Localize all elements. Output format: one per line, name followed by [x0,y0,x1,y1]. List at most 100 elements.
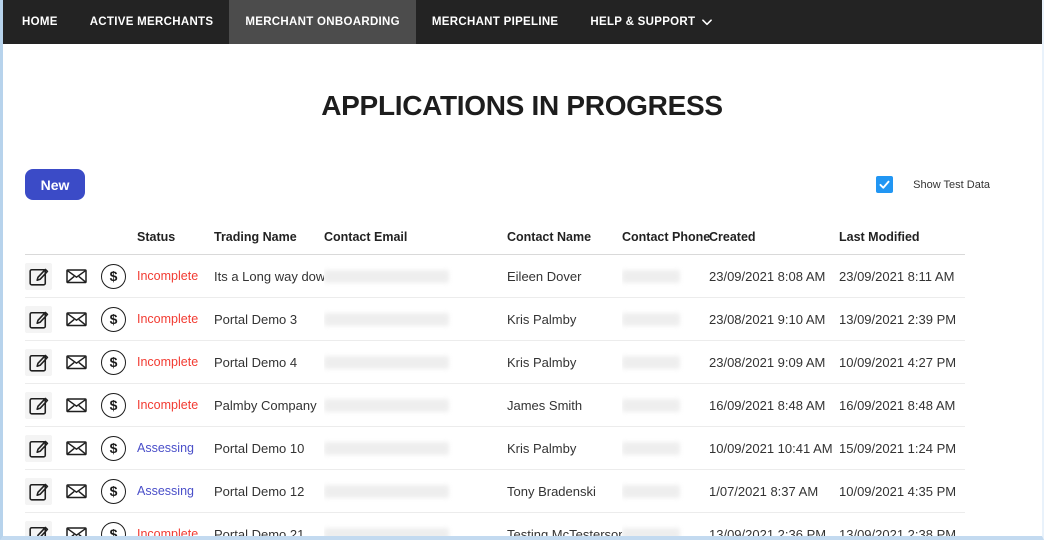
status-cell: Assessing [137,427,214,470]
actions-cell: $ [25,513,137,540]
contact-name-cell: Eileen Dover [507,255,622,298]
contact-phone-cell [622,298,709,341]
trading-name-cell: Its a Long way down [214,255,324,298]
actions-cell: $ [25,427,137,470]
applications-table-header: StatusTrading NameContact EmailContact N… [25,230,965,255]
payment-application-button[interactable]: $ [101,350,126,375]
nav-item-label: HELP & SUPPORT [590,16,695,28]
show-test-data-control: Show Test Data [876,176,990,193]
applications-table-body: $ Incomplete Its a Long way down Eileen … [25,255,965,540]
status-cell: Incomplete [137,255,214,298]
envelope-icon [63,393,90,417]
last-modified-cell: 15/09/2021 1:24 PM [839,427,965,470]
email-application-button[interactable] [63,436,90,460]
dollar-icon: $ [101,307,126,332]
application-row: $ Incomplete Portal Demo 4 Kris Palmby 2… [25,341,965,384]
dollar-icon: $ [101,264,126,289]
new-application-button[interactable]: New [25,169,85,200]
payment-application-button[interactable]: $ [101,436,126,461]
header-row: StatusTrading NameContact EmailContact N… [25,230,965,255]
created-cell: 16/09/2021 8:48 AM [709,384,839,427]
email-application-button[interactable] [63,479,90,503]
envelope-icon [63,479,90,503]
redacted-email [324,485,449,498]
nav-item-active-merchants[interactable]: ACTIVE MERCHANTS [74,0,230,44]
contact-name-cell: Tony Bradenski [507,470,622,513]
payment-application-button[interactable]: $ [101,522,126,540]
nav-item-label: HOME [22,16,58,28]
email-application-button[interactable] [63,522,90,540]
toolbar: New Show Test Data [25,169,990,200]
edit-icon [25,392,52,419]
show-test-data-label: Show Test Data [913,179,990,191]
redacted-phone [622,442,680,455]
contact-email-cell [324,384,507,427]
redacted-email [324,399,449,412]
payment-application-button[interactable]: $ [101,393,126,418]
applications-table: StatusTrading NameContact EmailContact N… [25,230,965,540]
contact-email-cell [324,341,507,384]
edit-icon [25,263,52,290]
payment-application-button[interactable]: $ [101,264,126,289]
edit-application-button[interactable] [25,349,52,376]
column-header-contact-email: Contact Email [324,230,507,255]
edit-application-button[interactable] [25,306,52,333]
redacted-phone [622,528,680,540]
status-cell: Incomplete [137,298,214,341]
trading-name-cell: Palmby Company [214,384,324,427]
edit-icon [25,478,52,505]
trading-name-cell: Portal Demo 21 [214,513,324,540]
last-modified-cell: 13/09/2021 2:38 PM [839,513,965,540]
status-cell: Incomplete [137,384,214,427]
last-modified-cell: 23/09/2021 8:11 AM [839,255,965,298]
edit-icon [25,349,52,376]
application-row: $ Incomplete Palmby Company James Smith … [25,384,965,427]
contact-email-cell [324,298,507,341]
dollar-icon: $ [101,393,126,418]
nav-item-label: MERCHANT ONBOARDING [245,16,400,28]
trading-name-cell: Portal Demo 10 [214,427,324,470]
nav-item-label: MERCHANT PIPELINE [432,16,559,28]
email-application-button[interactable] [63,264,90,288]
edit-application-button[interactable] [25,521,52,540]
actions-cell: $ [25,341,137,384]
email-application-button[interactable] [63,350,90,374]
edit-application-button[interactable] [25,478,52,505]
trading-name-cell: Portal Demo 4 [214,341,324,384]
dollar-icon: $ [101,479,126,504]
nav-item-merchant-pipeline[interactable]: MERCHANT PIPELINE [416,0,575,44]
last-modified-cell: 10/09/2021 4:35 PM [839,470,965,513]
contact-phone-cell [622,384,709,427]
contact-email-cell [324,513,507,540]
column-header-contact-phone: Contact Phone [622,230,709,255]
redacted-phone [622,399,680,412]
application-row: $ Incomplete Its a Long way down Eileen … [25,255,965,298]
application-row: $ Assessing Portal Demo 10 Kris Palmby 1… [25,427,965,470]
column-header-status: Status [137,230,214,255]
email-application-button[interactable] [63,393,90,417]
actions-cell: $ [25,298,137,341]
chevron-down-icon [702,19,712,26]
created-cell: 23/08/2021 9:10 AM [709,298,839,341]
created-cell: 23/09/2021 8:08 AM [709,255,839,298]
dollar-icon: $ [101,436,126,461]
email-application-button[interactable] [63,307,90,331]
nav-item-home[interactable]: HOME [6,0,74,44]
column-header-trading-name: Trading Name [214,230,324,255]
nav-item-merchant-onboarding[interactable]: MERCHANT ONBOARDING [229,0,416,44]
status-cell: Assessing [137,470,214,513]
edit-icon [25,521,52,540]
edit-application-button[interactable] [25,392,52,419]
envelope-icon [63,436,90,460]
edit-application-button[interactable] [25,435,52,462]
envelope-icon [63,264,90,288]
payment-application-button[interactable]: $ [101,479,126,504]
contact-email-cell [324,427,507,470]
redacted-email [324,270,449,283]
edit-application-button[interactable] [25,263,52,290]
payment-application-button[interactable]: $ [101,307,126,332]
show-test-data-checkbox[interactable] [876,176,893,193]
nav-item-help-support[interactable]: HELP & SUPPORT [574,0,728,44]
contact-phone-cell [622,427,709,470]
last-modified-cell: 13/09/2021 2:39 PM [839,298,965,341]
